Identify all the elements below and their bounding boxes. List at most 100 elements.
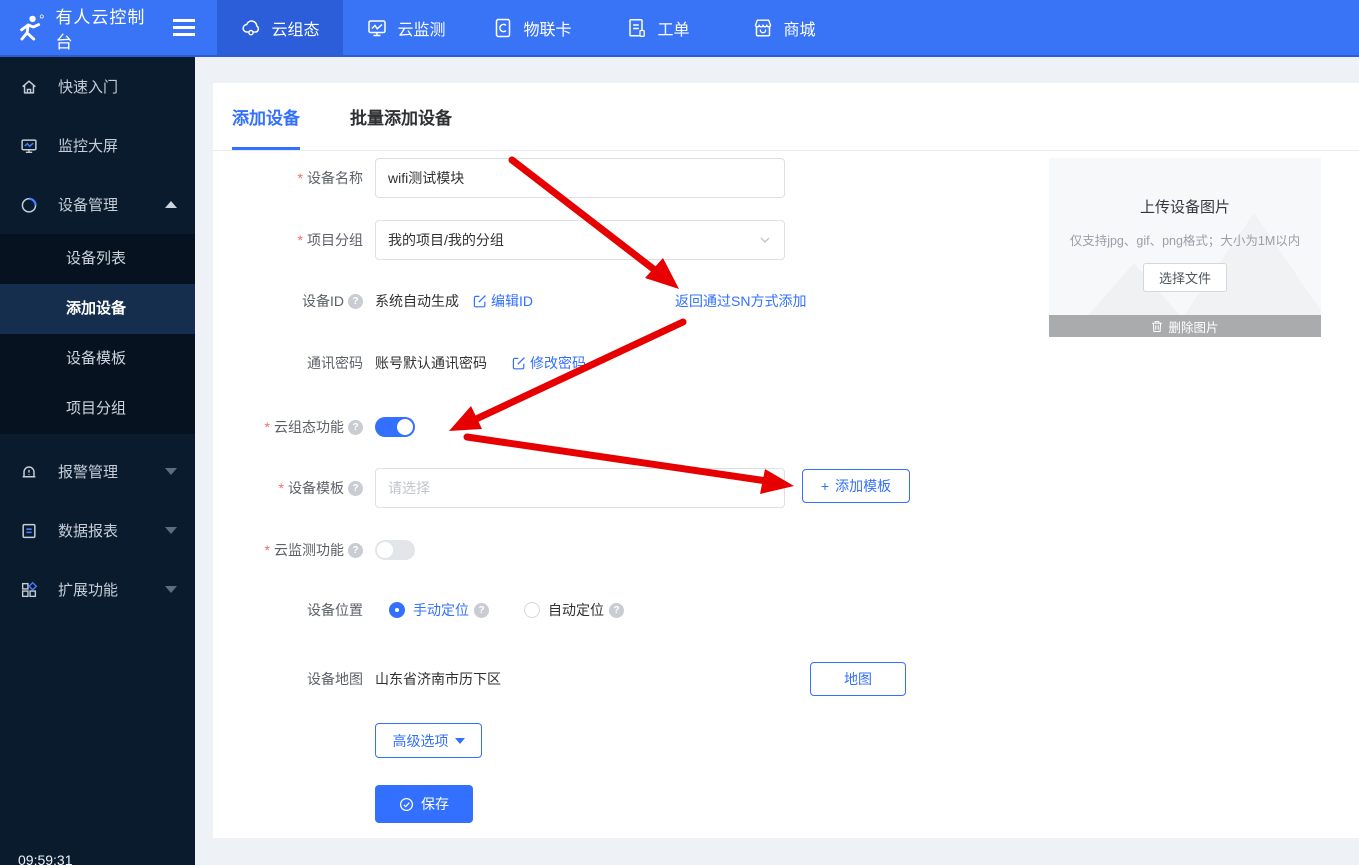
form-row-scada-switch: * 云组态功能 ? <box>213 416 415 438</box>
sidebar-item-project-group[interactable]: 项目分组 <box>0 384 195 434</box>
tab-batch-add-device[interactable]: 批量添加设备 <box>350 83 452 150</box>
chevron-down-icon <box>760 237 770 243</box>
project-group-label: * 项目分组 <box>297 232 363 248</box>
device-location-label: 设备位置 <box>307 602 363 618</box>
form-row-device-map: 设备地图 山东省济南市历下区 <box>213 669 501 689</box>
nav-label: 云组态 <box>271 21 320 39</box>
home-icon <box>22 79 36 94</box>
chevron-up-icon <box>165 201 177 208</box>
monitor-switch-label: * 云监测功能 ? <box>213 540 363 560</box>
required-asterisk: * <box>297 232 303 248</box>
main-card: 添加设备 批量添加设备 * 设备名称 * 项目分组 我的项目/我的分组 <box>213 83 1359 838</box>
sidebar-label: 扩展功能 <box>58 582 119 599</box>
sidebar-item-data-report[interactable]: 数据报表 <box>0 501 195 560</box>
nav-item-mall[interactable]: 商城 <box>721 0 847 55</box>
scada-toggle[interactable] <box>375 417 415 437</box>
check-circle-icon <box>399 797 414 811</box>
form-row-device-id: 设备ID ? 系统自动生成 编辑ID 返回通过SN方式添加 <box>213 291 806 311</box>
nav-label: 物联卡 <box>523 21 572 39</box>
form-row-comm-password: 通讯密码 账号默认通讯密码 修改密码 <box>213 353 586 373</box>
sidebar-bottom-group: 报警管理 数据报表 扩展功能 <box>0 434 195 619</box>
manual-location-label[interactable]: 手动定位 <box>413 600 469 620</box>
form-row-device-template: * 设备模板 ? <box>213 468 785 508</box>
nav-item-cloud-scada[interactable]: 云组态 <box>217 0 343 55</box>
toggle-knob <box>397 419 413 435</box>
required-asterisk: * <box>264 419 270 435</box>
help-icon[interactable]: ? <box>348 480 363 496</box>
topbar: 有人云控制台 云组态 云监测 物联卡 工单 商城 <box>0 0 1359 57</box>
sidebar-item-add-device[interactable]: 添加设备 <box>0 284 195 334</box>
back-to-sn-link[interactable]: 返回通过SN方式添加 <box>675 291 806 311</box>
form-row-monitor-switch: * 云监测功能 ? <box>213 539 415 561</box>
sidebar-item-extensions[interactable]: 扩展功能 <box>0 560 195 619</box>
device-map-label: 设备地图 <box>307 671 363 687</box>
project-group-select[interactable]: 我的项目/我的分组 <box>375 220 785 260</box>
upload-panel: 上传设备图片 仅支持jpg、gif、png格式；大小为1M以内 选择文件 删除图… <box>1049 158 1321 337</box>
tab-add-device[interactable]: 添加设备 <box>232 83 300 150</box>
sidebar-item-quick-start[interactable]: 快速入门 <box>0 57 195 116</box>
help-icon[interactable]: ? <box>609 602 624 618</box>
comm-password-value: 账号默认通讯密码 <box>375 355 487 371</box>
nav-label: 云监测 <box>397 21 446 39</box>
help-icon[interactable]: ? <box>348 542 363 558</box>
sidebar-item-big-screen[interactable]: 监控大屏 <box>0 116 195 175</box>
sidebar-label: 数据报表 <box>58 523 119 540</box>
upload-title: 上传设备图片 <box>1139 199 1230 216</box>
sidebar-item-alarm-manage[interactable]: 报警管理 <box>0 442 195 501</box>
sidebar-label: 报警管理 <box>58 464 119 481</box>
sidebar: 快速入门 监控大屏 设备管理 设备列表 添加设备 设备模板 项目分组 报警管理 … <box>0 57 195 865</box>
radio-manual-location[interactable] <box>389 602 405 618</box>
brand-title: 有人云控制台 <box>55 7 146 52</box>
choose-file-button[interactable]: 选择文件 <box>1142 263 1227 292</box>
device-manage-submenu: 设备列表 添加设备 设备模板 项目分组 <box>0 234 195 434</box>
mall-icon <box>755 19 772 37</box>
device-id-label: 设备ID ? <box>213 291 363 311</box>
chevron-down-icon <box>165 468 177 475</box>
add-template-button[interactable]: + 添加模板 <box>802 469 910 503</box>
device-manage-icon <box>21 197 37 213</box>
work-order-icon <box>629 18 646 37</box>
help-icon[interactable]: ? <box>348 419 363 435</box>
plus-icon: + <box>820 478 830 494</box>
nav-item-work-order[interactable]: 工单 <box>595 0 721 55</box>
upload-hint: 仅支持jpg、gif、png格式；大小为1M以内 <box>1069 234 1301 248</box>
monitor-toggle[interactable] <box>375 540 415 560</box>
project-group-value: 我的项目/我的分组 <box>388 232 504 248</box>
usr-logo-icon <box>20 14 44 40</box>
scada-switch-label: * 云组态功能 ? <box>213 417 363 437</box>
help-icon[interactable]: ? <box>474 602 489 618</box>
advanced-options-button[interactable]: 高级选项 <box>375 723 482 758</box>
device-template-input[interactable] <box>375 468 785 508</box>
sidebar-item-device-list[interactable]: 设备列表 <box>0 234 195 284</box>
edit-icon <box>512 357 525 370</box>
help-icon[interactable]: ? <box>348 293 363 309</box>
sidebar-item-device-manage[interactable]: 设备管理 <box>0 175 195 234</box>
delete-image-button[interactable]: 删除图片 <box>1049 315 1321 337</box>
iot-card-icon <box>496 18 511 37</box>
sidebar-label: 监控大屏 <box>58 138 119 155</box>
menu-icon[interactable] <box>173 17 195 38</box>
sidebar-label: 设备管理 <box>58 197 119 214</box>
chevron-down-icon <box>165 527 177 534</box>
device-name-input[interactable] <box>375 158 785 198</box>
change-password-link[interactable]: 修改密码 <box>512 353 586 373</box>
map-button[interactable]: 地图 <box>810 662 906 696</box>
top-nav: 云组态 云监测 物联卡 工单 商城 <box>217 0 847 55</box>
form-row-device-location: 设备位置 手动定位 ? 自动定位 ? <box>213 599 624 621</box>
radio-auto-location[interactable] <box>524 602 540 618</box>
required-asterisk: * <box>278 480 284 496</box>
toggle-knob <box>377 542 393 558</box>
nav-item-iot-card[interactable]: 物联卡 <box>469 0 595 55</box>
brand[interactable]: 有人云控制台 <box>0 0 195 55</box>
report-icon <box>22 523 36 538</box>
clock: 09:59:31 <box>18 852 73 865</box>
nav-item-cloud-monitor[interactable]: 云监测 <box>343 0 469 55</box>
nav-label: 工单 <box>657 21 690 39</box>
edit-id-link[interactable]: 编辑ID <box>473 291 533 311</box>
cloud-scada-icon <box>242 19 260 35</box>
save-button[interactable]: 保存 <box>375 785 473 823</box>
auto-location-label[interactable]: 自动定位 <box>548 600 604 620</box>
comm-password-label: 通讯密码 <box>307 355 363 371</box>
alarm-bell-icon <box>22 465 36 478</box>
sidebar-item-device-template[interactable]: 设备模板 <box>0 334 195 384</box>
